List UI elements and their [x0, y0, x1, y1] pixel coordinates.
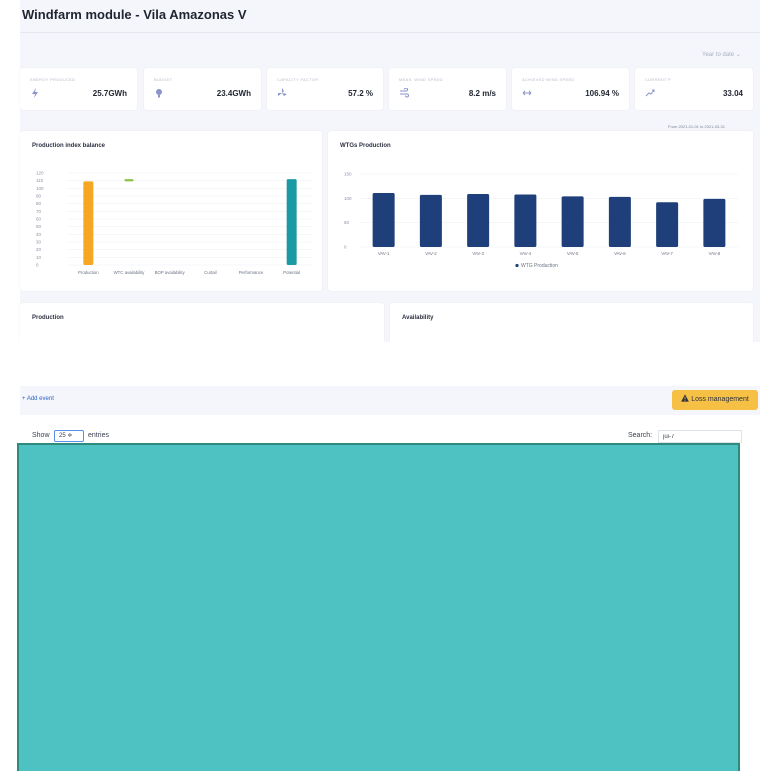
- card-title: Availability: [402, 315, 434, 321]
- entries-label: entries: [88, 432, 110, 439]
- y-tick-label: 50: [344, 220, 350, 225]
- kpi-value: 25.7GWh: [92, 89, 127, 98]
- x-tick-label: VAV-4: [520, 251, 532, 256]
- x-tick-label: Potential: [283, 270, 300, 275]
- kpi-card-budget: BUDGET 23.4GWh: [144, 68, 261, 110]
- show-label: Show: [32, 432, 50, 439]
- wind-icon: [400, 88, 409, 98]
- y-tick-label: 40: [36, 232, 42, 237]
- availability-card: Availability: [390, 303, 753, 342]
- bar: [608, 196, 631, 247]
- wtg-production-chart: 0 50 100 150 VAV-1 VAV-2 VAV-3 VAV-4 VAV-5 VAV-6 V…: [344, 172, 738, 269]
- bar: [656, 202, 679, 247]
- y-tick-label: 60: [36, 217, 42, 222]
- bar: [124, 179, 134, 182]
- y-tick-label: 0: [344, 245, 347, 250]
- y-tick-label: 120: [36, 171, 44, 176]
- x-tick-label: WTC availability: [114, 270, 146, 275]
- x-tick-label: BOP availability: [155, 270, 186, 275]
- x-tick-label: VAV-5: [567, 251, 579, 256]
- lightning-icon: [32, 88, 38, 98]
- x-tick-label: VAV-1: [378, 251, 390, 256]
- bar: [372, 192, 395, 247]
- y-tick-label: 100: [344, 196, 352, 201]
- production-index-chart: 0 10 20 30 40 50 60 70 80 90 100 110 120 Production WT…: [36, 171, 312, 275]
- y-tick-label: 30: [36, 240, 42, 245]
- kpi-label: ACHIEVED WIND SPEED: [522, 77, 575, 82]
- lightbulb-icon: [156, 89, 162, 98]
- kpi-card-achieved-wind-speed: ACHIEVED WIND SPEED 106.94 %: [512, 68, 629, 110]
- page-title: Windfarm module - Vila Amazonas V: [22, 7, 247, 22]
- y-tick-label: 50: [36, 224, 42, 229]
- kpi-card-wind-speed: MEAS. WIND SPEED 8.2 m/s: [389, 68, 506, 110]
- events-table-overlay: [17, 443, 740, 771]
- fan-icon: [278, 88, 287, 96]
- search-input[interactable]: [658, 430, 742, 443]
- kpi-value: 23.4GWh: [216, 89, 251, 98]
- bar: [286, 179, 297, 265]
- bar: [83, 181, 94, 265]
- y-tick-label: 0: [36, 263, 39, 268]
- kpi-label: BUDGET: [154, 77, 173, 82]
- x-tick-label: VAV-8: [709, 251, 721, 256]
- production-card: Production: [20, 303, 384, 342]
- y-tick-label: 70: [36, 209, 42, 214]
- x-tick-label: VAV-7: [661, 251, 673, 256]
- kpi-card-capacity-factor: CAPACITY FACTOR 57.2 %: [267, 68, 383, 110]
- kpi-label: CAPACITY FACTOR: [277, 77, 319, 82]
- y-tick-label: 20: [36, 247, 42, 252]
- y-tick-label: 10: [36, 255, 42, 260]
- kpi-value: 106.94 %: [585, 89, 619, 98]
- y-tick-label: 80: [36, 201, 42, 206]
- section-gap: [0, 342, 762, 386]
- bar: [561, 196, 584, 247]
- arrows-icon: [522, 90, 532, 96]
- legend-label: WTG Production: [521, 263, 558, 269]
- x-tick-label: Production: [78, 270, 99, 275]
- production-index-card: Production index balance 0 10 20 30 40 50 60 70…: [20, 131, 322, 291]
- kpi-label: MEAS. WIND SPEED: [399, 77, 443, 82]
- kpi-card-current-p: CURRENT P 33.04: [635, 68, 753, 110]
- wtg-production-card: WTGs Production 0 50 100 150 VAV-1 VAV-2 VAV-3…: [328, 131, 753, 291]
- kpi-value: 57.2 %: [348, 89, 373, 98]
- kpi-card-energy-produced: ENERGY PRODUCED 25.7GWh: [20, 68, 137, 110]
- y-tick-label: 110: [36, 178, 44, 183]
- title-divider: [20, 32, 760, 33]
- y-tick-label: 90: [36, 194, 42, 199]
- y-tick-label: 150: [344, 172, 352, 177]
- kpi-value: 8.2 m/s: [468, 89, 496, 98]
- bar: [514, 194, 537, 247]
- entries-select[interactable]: 25 ≑: [54, 430, 84, 442]
- trend-icon: [645, 89, 655, 97]
- x-tick-label: VAV-3: [472, 251, 484, 256]
- kpi-label: ENERGY PRODUCED: [30, 77, 76, 82]
- add-event-link[interactable]: + Add event: [22, 396, 54, 402]
- search-label: Search:: [628, 432, 653, 439]
- legend-marker: [515, 263, 519, 268]
- x-tick-label: VAV-6: [614, 251, 626, 256]
- kpi-value: 33.04: [722, 89, 743, 98]
- date-range: From 2021-01-01 to 2021-03-31: [668, 124, 725, 129]
- warning-icon: [681, 394, 690, 402]
- x-tick-label: Performance: [239, 270, 264, 275]
- bar: [419, 194, 442, 247]
- card-title: Production: [32, 315, 64, 321]
- bar: [467, 193, 490, 247]
- kpi-label: CURRENT P: [645, 77, 671, 82]
- period-select[interactable]: Year to date ⌄: [702, 51, 741, 58]
- bar: [703, 198, 726, 247]
- y-tick-label: 100: [36, 186, 44, 191]
- loss-management-button[interactable]: Loss management: [672, 390, 758, 410]
- x-tick-label: VAV-2: [425, 251, 437, 256]
- loss-management-label: Loss management: [691, 396, 749, 403]
- x-tick-label: Curtail: [204, 270, 216, 275]
